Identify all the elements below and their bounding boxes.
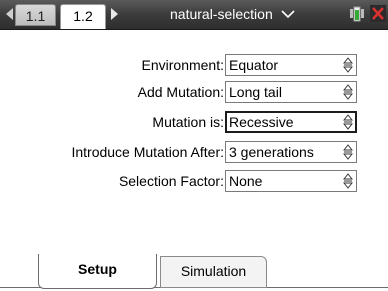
environment-row: Environment: Equator — [0, 54, 388, 78]
spinner-icon[interactable] — [343, 173, 353, 189]
mutation-is-value: Recessive — [229, 114, 294, 130]
selection-factor-row: Selection Factor: None — [0, 170, 388, 194]
battery-icon — [350, 6, 364, 22]
spinner-icon[interactable] — [343, 144, 353, 160]
document-title[interactable]: natural-selection — [170, 5, 273, 23]
add-mutation-select[interactable]: Long tail — [225, 81, 357, 103]
introduce-mutation-row: Introduce Mutation After: 3 generations — [0, 141, 388, 165]
spinner-icon[interactable] — [343, 57, 353, 73]
nav-left-icon[interactable] — [6, 8, 13, 20]
chevron-down-icon[interactable] — [281, 10, 295, 18]
introduce-mutation-value: 3 generations — [229, 144, 314, 160]
tab-page-1-1[interactable]: 1.1 — [15, 4, 56, 26]
tab-page-1-2[interactable]: 1.2 — [60, 4, 106, 29]
mutation-is-select[interactable]: Recessive — [225, 111, 357, 133]
add-mutation-label: Add Mutation: — [137, 84, 224, 100]
introduce-mutation-label: Introduce Mutation After: — [71, 144, 224, 160]
add-mutation-value: Long tail — [229, 84, 282, 100]
add-mutation-row: Add Mutation: Long tail — [0, 81, 388, 105]
title-bar: 1.1 1.2 natural-selection — [0, 0, 388, 30]
environment-label: Environment: — [141, 57, 224, 73]
mutation-is-row: Mutation is: Recessive — [0, 111, 388, 135]
environment-value: Equator — [229, 57, 279, 73]
selection-factor-select[interactable]: None — [225, 170, 357, 192]
nav-right-icon[interactable] — [111, 8, 118, 20]
environment-select[interactable]: Equator — [225, 54, 357, 76]
selection-factor-value: None — [229, 173, 263, 189]
mutation-is-label: Mutation is: — [152, 114, 224, 130]
spinner-icon[interactable] — [343, 84, 353, 100]
spinner-icon[interactable] — [343, 114, 353, 130]
selection-factor-label: Selection Factor: — [118, 173, 224, 189]
tab-simulation[interactable]: Simulation — [160, 256, 267, 288]
introduce-mutation-select[interactable]: 3 generations — [225, 141, 357, 163]
close-icon[interactable] — [370, 5, 386, 22]
tab-setup[interactable]: Setup — [38, 254, 157, 289]
